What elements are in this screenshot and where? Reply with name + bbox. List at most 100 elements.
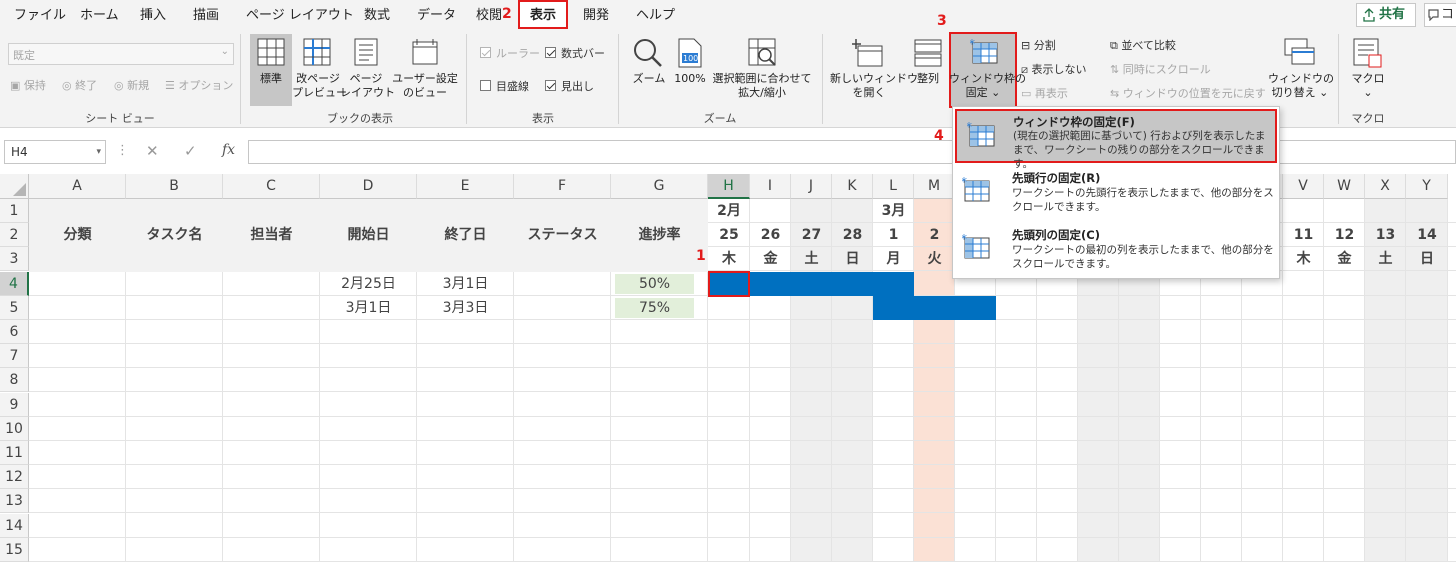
header-task[interactable]: タスク名 [126,223,223,247]
day-weekday[interactable]: 土 [1365,247,1406,271]
column-header-x[interactable]: X [1365,174,1406,199]
column-header-k[interactable]: K [832,174,873,199]
new-window-button[interactable]: 新しいウィンドウ を開く [830,34,918,106]
selected-cell-h4[interactable] [708,270,750,297]
cell-progress[interactable]: 50% [615,273,694,294]
header-owner[interactable]: 担当者 [223,223,320,247]
zoom-100-button[interactable]: 100 100% [672,34,708,106]
column-header-i[interactable]: I [750,174,791,199]
day-number[interactable]: 13 [1365,223,1406,247]
row-header-5[interactable]: 5 [0,295,29,320]
zoom-to-selection-button[interactable]: 選択範囲に合わせて 拡大/縮小 [710,34,814,106]
sheet-view-exit[interactable]: ◎ 終了 [62,78,97,94]
day-weekday[interactable]: 火 [914,247,955,271]
header-start[interactable]: 開始日 [320,223,417,247]
cancel-icon[interactable]: ✕ [146,142,159,160]
header-status[interactable]: ステータス [514,223,611,247]
column-header-a[interactable]: A [29,174,126,199]
cell-end-date[interactable]: 3月1日 [417,272,514,296]
split-button[interactable]: ⊟ 分割 [1021,38,1056,54]
month-label-feb[interactable]: 2月 [708,199,750,223]
sheet-view-new[interactable]: ◎ 新規 [114,78,149,94]
tab-draw[interactable]: 描画 [193,0,219,30]
page-break-preview-button[interactable]: 改ページ プレビュー [292,34,347,106]
column-header-y[interactable]: Y [1406,174,1448,199]
unhide-button[interactable]: ▭ 再表示 [1021,86,1068,102]
tab-data[interactable]: データ [417,0,456,30]
menu-item-freeze-first-column[interactable]: * 先頭列の固定(C) ワークシートの最初の列を表示したままで、他の部分をスクロ… [952,223,1280,277]
day-number[interactable]: 25 [708,223,750,247]
tab-page-layout[interactable]: ページ レイアウト [246,0,354,30]
confirm-icon[interactable]: ✓ [184,142,197,160]
column-header-h[interactable]: H [708,174,750,199]
macros-button[interactable]: マクロ ⌄ [1346,34,1390,106]
cell-end-date[interactable]: 3月3日 [417,296,514,320]
row-header-2[interactable]: 2 [0,223,29,248]
insert-function-icon[interactable]: fx [222,142,235,158]
reset-window-position-button[interactable]: ⇆ ウィンドウの位置を元に戻す [1110,86,1266,102]
tab-review[interactable]: 校閲 [476,0,502,30]
headings-checkbox[interactable]: 見出し [545,79,594,95]
row-header-9[interactable]: 9 [0,392,29,417]
column-header-f[interactable]: F [514,174,611,199]
menu-item-freeze-panes[interactable]: * ウィンドウ枠の固定(F) (現在の選択範囲に基づいて) 行および列を表示した… [955,109,1277,170]
cell-progress[interactable]: 75% [615,297,694,318]
row-header-10[interactable]: 10 [0,416,29,441]
row-header-3[interactable]: 3 [0,247,29,272]
column-header-j[interactable]: J [791,174,832,199]
day-weekday[interactable]: 木 [708,247,750,271]
gridlines-checkbox[interactable]: 目盛線 [480,79,529,95]
sync-scroll-button[interactable]: ⇅ 同時にスクロール [1110,62,1211,78]
custom-views-button[interactable]: ユーザー設定 のビュー [392,34,458,106]
select-all-corner[interactable] [0,174,29,199]
tab-home[interactable]: ホーム [80,0,119,30]
day-number[interactable]: 26 [750,223,791,247]
row-header-1[interactable]: 1 [0,199,29,223]
hide-button[interactable]: ⧄ 表示しない [1021,62,1087,78]
column-header-w[interactable]: W [1324,174,1365,199]
tab-developer[interactable]: 開発 [583,0,609,30]
day-weekday[interactable]: 金 [1324,247,1365,271]
month-label-mar[interactable]: 3月 [873,199,914,223]
tab-insert[interactable]: 挿入 [140,0,166,30]
tab-view[interactable]: 表示 [530,0,556,30]
row-header-12[interactable]: 12 [0,465,29,490]
column-header-d[interactable]: D [320,174,417,199]
share-button[interactable]: 共有 [1356,3,1416,27]
menu-item-freeze-top-row[interactable]: * 先頭行の固定(R) ワークシートの先頭行を表示したままで、他の部分をスクロー… [952,166,1280,220]
tab-file[interactable]: ファイル [14,0,66,30]
column-header-g[interactable]: G [611,174,708,199]
cell-start-date[interactable]: 3月1日 [320,296,417,320]
sheet-view-dropdown[interactable]: 既定 ⌄ [8,43,234,65]
column-header-e[interactable]: E [417,174,514,199]
page-layout-view-button[interactable]: ページ レイアウト [340,34,395,106]
day-number[interactable]: 1 [873,223,914,247]
day-weekday[interactable]: 金 [750,247,791,271]
freeze-panes-button[interactable]: * ウィンドウ枠の 固定 ⌄ [949,32,1026,108]
column-header-b[interactable]: B [126,174,223,199]
day-number[interactable]: 2 [914,223,955,247]
header-end[interactable]: 終了日 [417,223,514,247]
tab-help[interactable]: ヘルプ [636,0,675,30]
row-header-6[interactable]: 6 [0,320,29,344]
header-progress[interactable]: 進捗率 [611,223,708,247]
row-header-14[interactable]: 14 [0,513,29,538]
row-header-15[interactable]: 15 [0,537,29,562]
day-weekday[interactable]: 木 [1283,247,1324,271]
day-number[interactable]: 12 [1324,223,1365,247]
normal-view-button[interactable]: 標準 [250,34,292,106]
day-weekday[interactable]: 日 [832,247,873,271]
name-box[interactable]: H4 ▾ [4,140,106,164]
header-category[interactable]: 分類 [29,223,126,247]
switch-windows-button[interactable]: ウィンドウの 切り替え ⌄ [1268,34,1334,106]
arrange-all-button[interactable]: 整列 [910,34,946,106]
view-side-by-side-button[interactable]: ⧉ 並べて比較 [1110,38,1176,54]
column-header-m[interactable]: M [914,174,955,199]
sheet-view-keep[interactable]: ▣ 保持 [10,78,46,94]
formula-bar-checkbox[interactable]: 数式バー [545,46,605,62]
day-number[interactable]: 14 [1406,223,1448,247]
row-header-8[interactable]: 8 [0,368,29,393]
day-number[interactable]: 11 [1283,223,1324,247]
tab-formulas[interactable]: 数式 [364,0,390,30]
day-number[interactable]: 27 [791,223,832,247]
